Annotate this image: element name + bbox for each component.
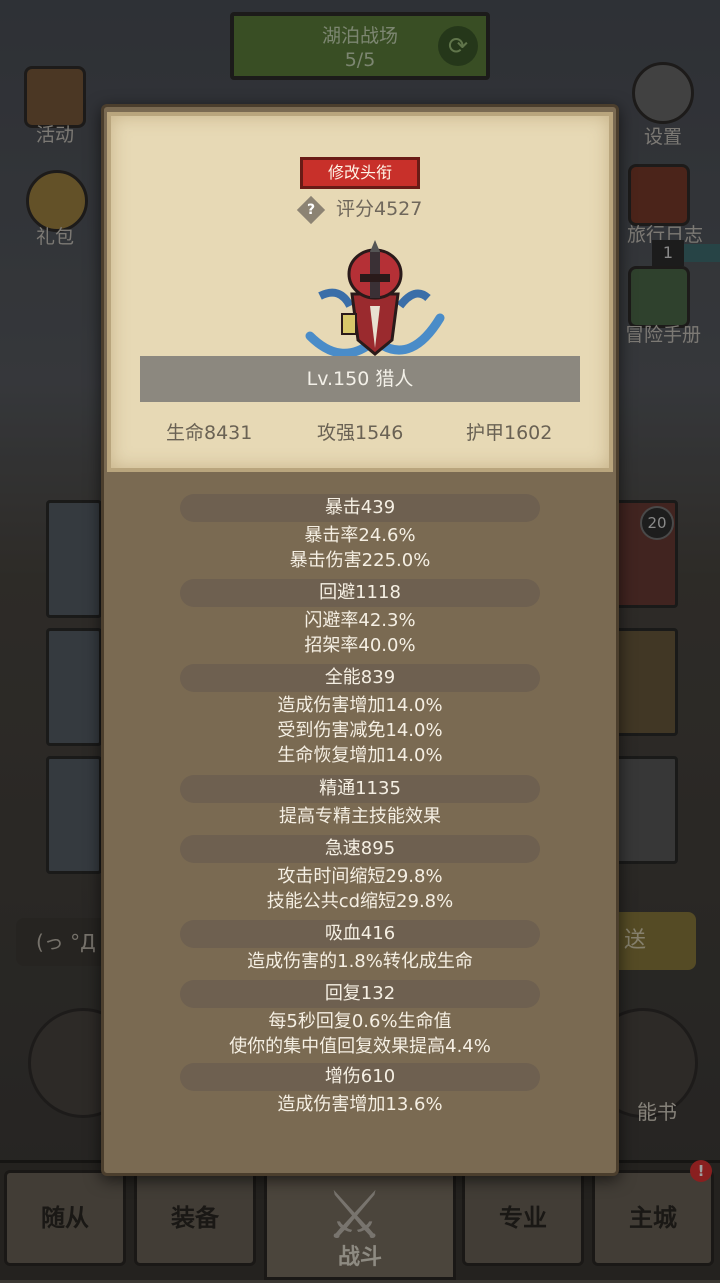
hp-stat: 生命8431 [166,422,253,444]
stat-section-title: 急速895 [180,835,540,863]
stat-detail: 技能公共cd缩短29.8% [266,891,454,912]
stat-detail: 每5秒回复0.6%生命值 [268,1011,452,1032]
stat-detail: 暴击率24.6% [304,525,416,546]
stat-detail: 造成伤害的1.8%转化成生命 [247,951,473,972]
stat-section-title: 吸血416 [180,920,540,948]
stat-detail: 造成伤害增加14.0% [277,695,443,716]
stat-section-title: 增伤610 [180,1063,540,1091]
stat-detail: 提高专精主技能效果 [279,806,441,827]
stat-section-title: 回复132 [180,980,540,1008]
stat-detail: 暴击伤害225.0% [289,550,431,571]
armor-stat: 护甲1602 [466,422,553,444]
stat-detail: 生命恢复增加14.0% [277,745,443,766]
stat-section-title: 回避1118 [180,579,540,607]
stat-section-title: 暴击439 [180,494,540,522]
stat-detail: 闪避率42.3% [304,610,416,631]
stat-detail: 攻击时间缩短29.8% [277,866,443,887]
stat-detail: 使你的集中值回复效果提高4.4% [229,1036,491,1057]
level-class-bar: Lv.150 猎人 [140,356,580,402]
stat-detail: 招架率40.0% [304,635,416,656]
attack-stat: 攻强1546 [317,422,404,444]
stat-section-title: 全能839 [180,664,540,692]
hunter-avatar-icon [305,240,445,358]
stat-section-title: 精通1135 [180,775,540,803]
score-text: 评分4527 [336,198,423,220]
help-icon[interactable]: ? [296,195,326,225]
change-title-button[interactable]: 修改头衔 [300,157,420,189]
stat-detail: 造成伤害增加13.6% [277,1094,443,1115]
stat-detail: 受到伤害减免14.0% [277,720,443,741]
